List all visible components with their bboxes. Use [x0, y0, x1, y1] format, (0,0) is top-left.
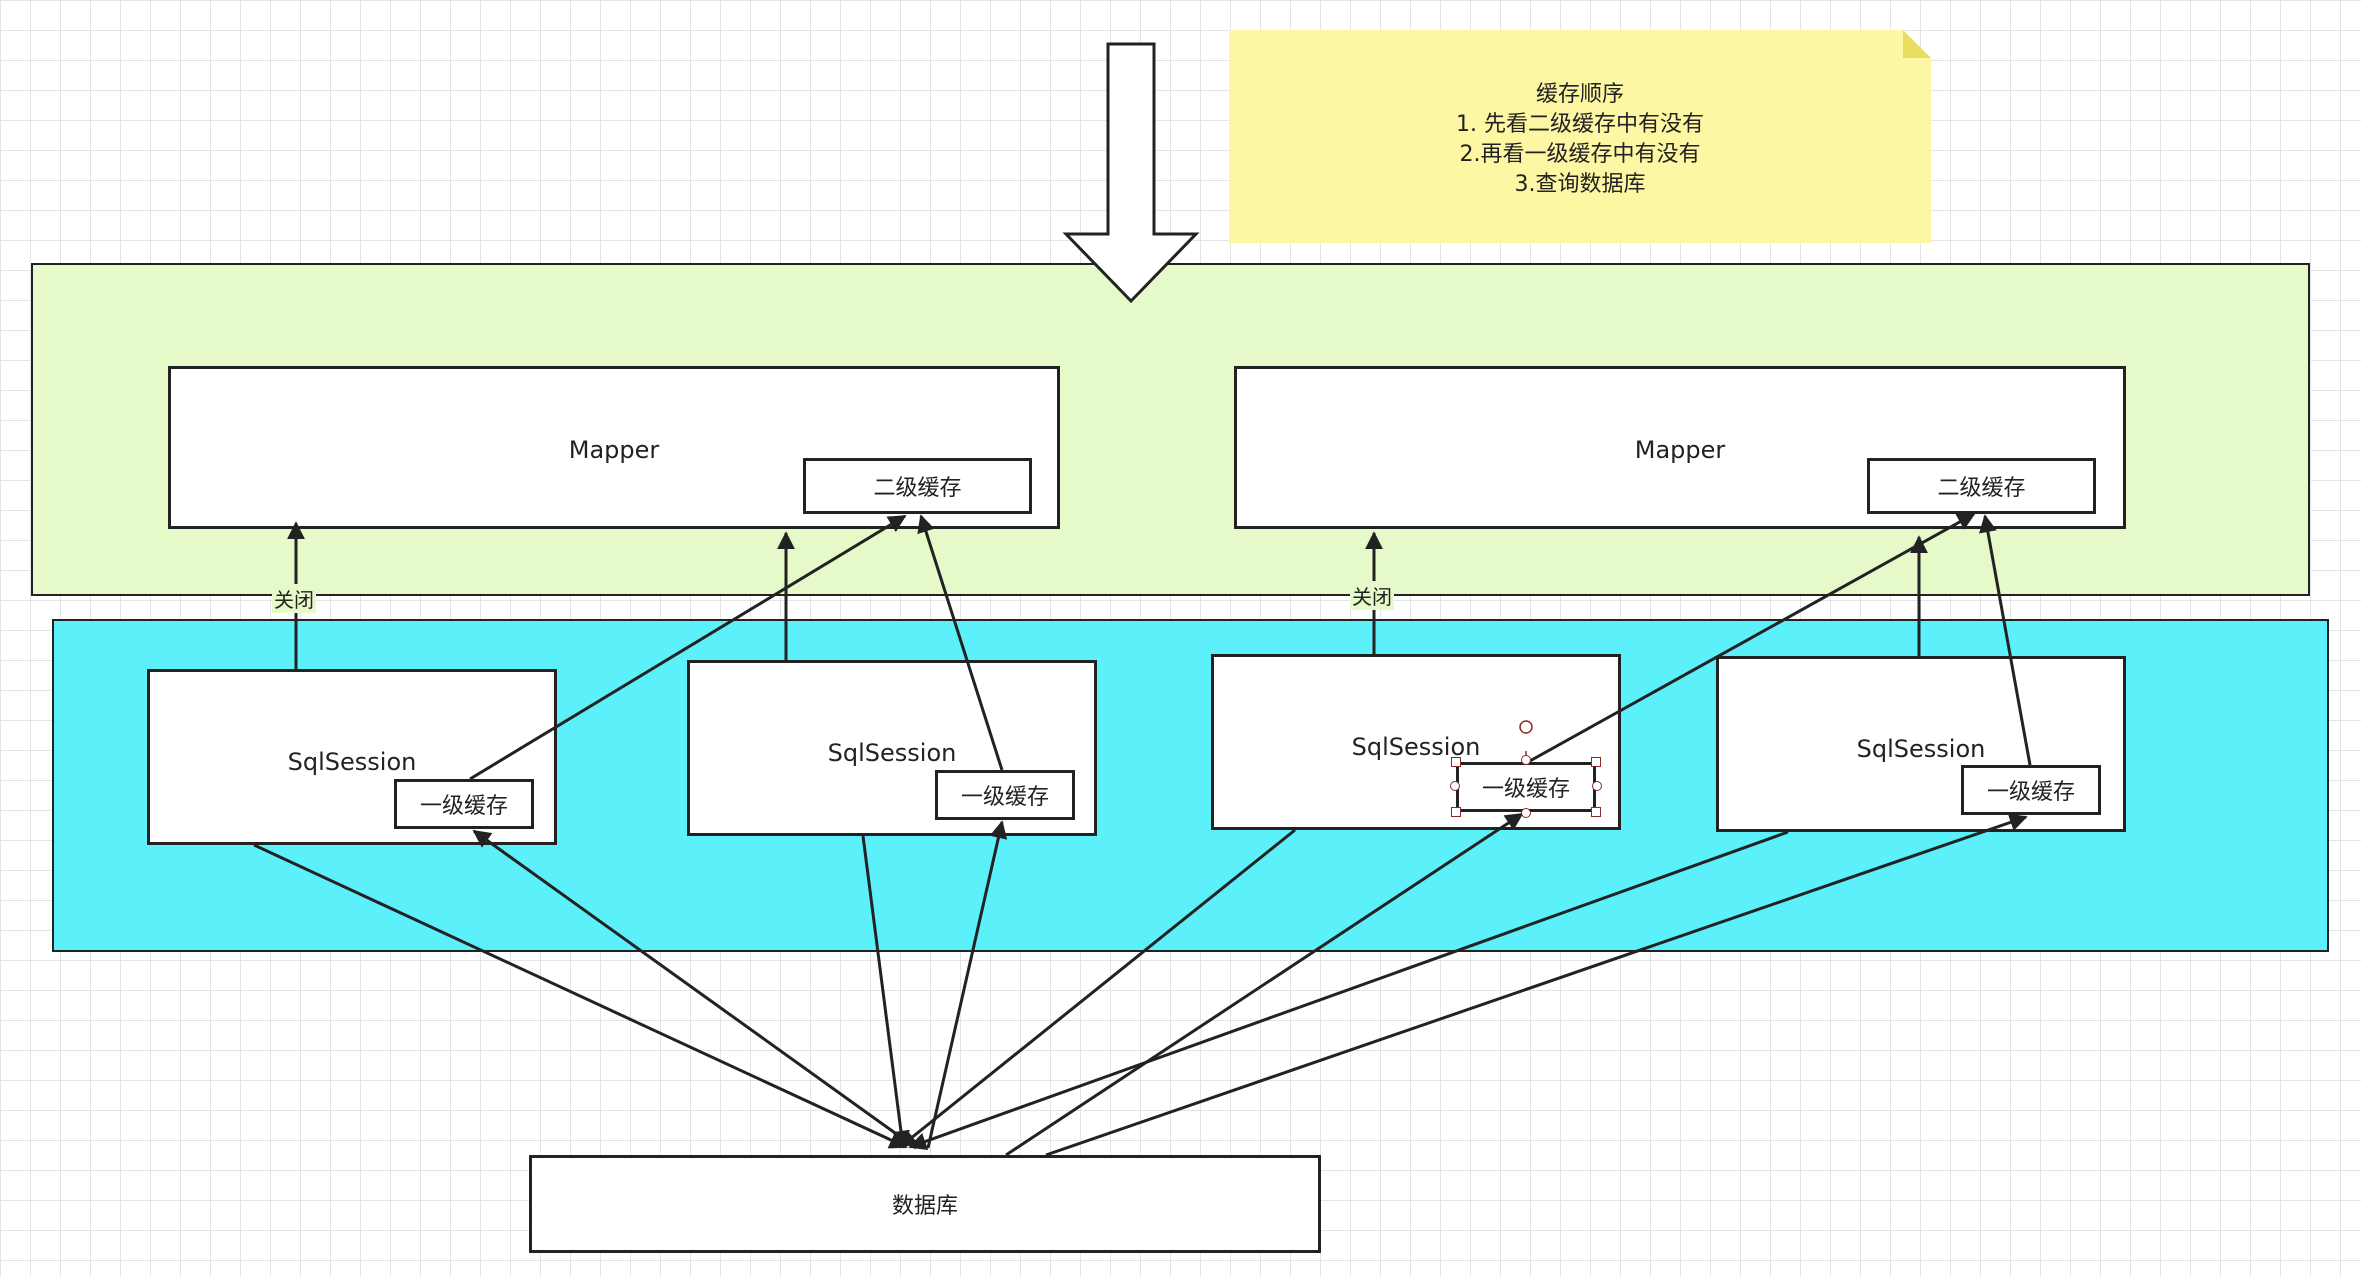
cache1-1-to-cache2-arrow [469, 514, 907, 781]
resize-handle[interactable] [1450, 781, 1460, 791]
db-to-cache1-1-arrow [472, 829, 917, 1150]
session2-to-db-arrow [861, 835, 910, 1149]
db-to-cache1-3-arrow [1005, 812, 1524, 1157]
connector-layer [253, 42, 2032, 1157]
resize-handle[interactable] [1591, 807, 1601, 817]
resize-handle[interactable] [1521, 808, 1531, 818]
resize-handle[interactable] [1451, 757, 1461, 767]
db-to-cache1-2-arrow [926, 820, 1008, 1149]
session4-to-db-arrow [908, 830, 1789, 1151]
resize-handle[interactable] [1521, 755, 1531, 765]
cache1-2-to-cache2-arrow [917, 514, 1004, 771]
resize-handle[interactable] [1591, 757, 1601, 767]
db-to-cache1-4-arrow [1045, 813, 2028, 1157]
session3-to-db-arrow [898, 828, 1296, 1149]
resize-handle[interactable] [1451, 807, 1461, 817]
cache1-3-to-cache2-arrow [1527, 512, 1976, 764]
cache1-4-to-cache2-arrow [1979, 514, 2032, 766]
close-label-left: 关闭 [272, 584, 316, 613]
request-arrow-icon [1062, 42, 1200, 304]
session1-to-db-arrow [253, 843, 908, 1149]
close-label-right: 关闭 [1350, 581, 1394, 610]
resize-handle[interactable] [1592, 781, 1602, 791]
